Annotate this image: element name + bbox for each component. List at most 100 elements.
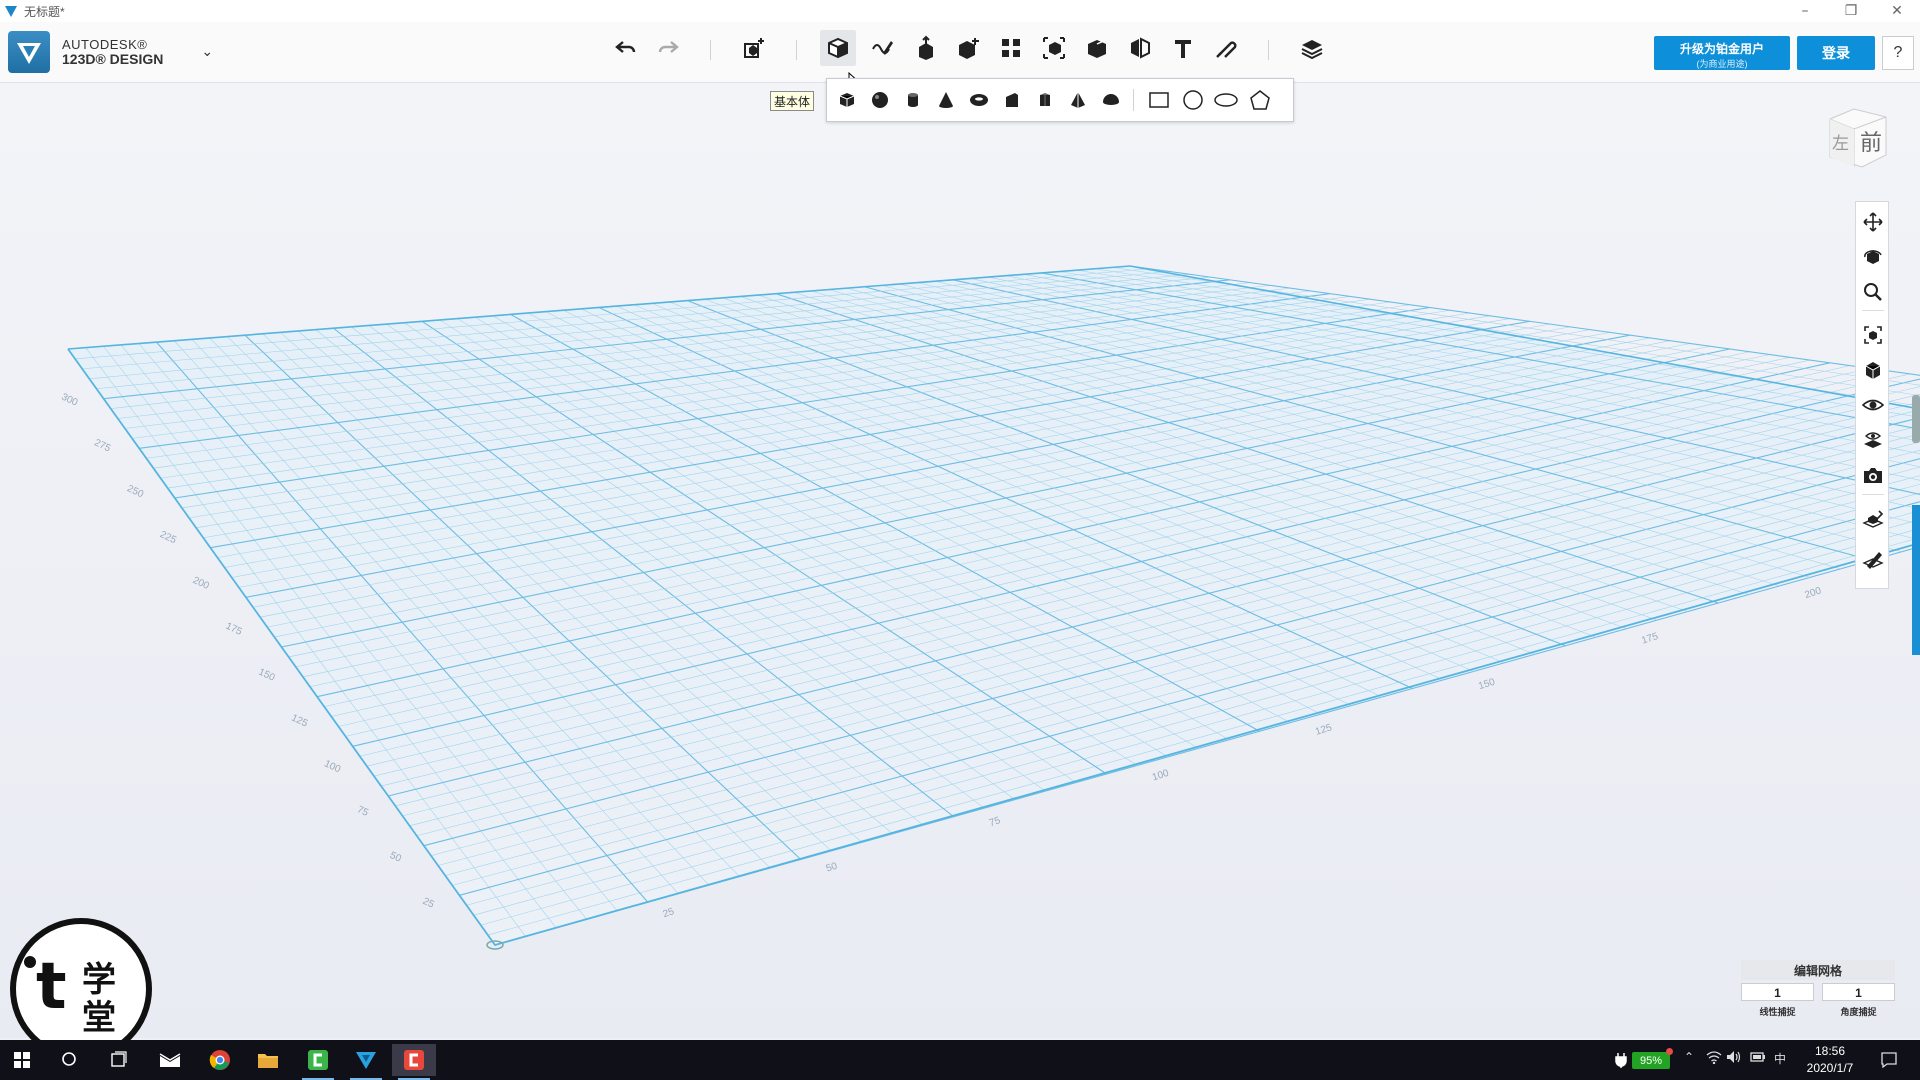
orbit-button[interactable] — [1861, 245, 1885, 269]
login-button[interactable]: 登录 — [1797, 36, 1875, 70]
view-button[interactable] — [1861, 358, 1885, 382]
battery-indicator[interactable]: 95% — [1632, 1052, 1670, 1069]
view-cube-left-face[interactable]: 左 — [1832, 129, 1849, 154]
chrome-app-button[interactable] — [198, 1044, 242, 1076]
ellipse-sketch-button[interactable] — [1214, 88, 1238, 112]
brand-line2: 123D® DESIGN — [62, 51, 164, 67]
view-cube-front-face[interactable]: 前 — [1860, 125, 1882, 157]
fit-button[interactable] — [1861, 323, 1885, 347]
cone-icon — [939, 92, 953, 108]
sketch-icon — [872, 41, 893, 55]
network-icon[interactable] — [1706, 1050, 1722, 1064]
measure-icon — [1131, 37, 1150, 59]
cylinder-primitive-button[interactable] — [901, 88, 925, 112]
file-explorer-button[interactable] — [246, 1044, 290, 1076]
group-button[interactable] — [1036, 30, 1072, 66]
primitives-tooltip: 基本体 — [770, 91, 814, 111]
scroll-handle[interactable] — [1912, 395, 1920, 443]
help-button[interactable]: ? — [1882, 36, 1914, 70]
pencil-icon — [1862, 552, 1884, 569]
notification-dot — [1666, 1048, 1673, 1055]
grid-axis-label: 75 — [988, 815, 1002, 829]
camtasia-green-icon — [308, 1050, 328, 1070]
edit-grid-panel: 编辑网格 1 1 线性捕捉 角度捕捉 — [1741, 960, 1895, 1028]
undo-button[interactable] — [608, 30, 644, 66]
grid-axis-label: 100 — [1151, 768, 1171, 784]
chrome-icon — [209, 1050, 230, 1070]
snap-button[interactable] — [1208, 30, 1244, 66]
box-primitive-button[interactable] — [835, 88, 859, 112]
sphere-primitive-button[interactable] — [868, 88, 892, 112]
material-view-button[interactable] — [1861, 428, 1885, 452]
3d-viewport[interactable]: 25 50 75 100 125 150 175 200 225 250 275 300 25 50 75… — [0, 83, 1920, 1038]
upgrade-button[interactable]: 升级为铂金用户 (为商业用途) — [1654, 36, 1790, 70]
view-cube[interactable]: 左 前 — [1822, 105, 1892, 175]
grid-axis-label: 200 — [191, 575, 211, 592]
grid-snap-button[interactable] — [1861, 508, 1885, 532]
angle-snap-input[interactable]: 1 — [1822, 983, 1895, 1001]
navigation-bar — [1855, 201, 1889, 589]
wedge-primitive-button[interactable] — [1000, 88, 1024, 112]
sketch-button[interactable] — [864, 30, 900, 66]
window-titlebar: 无标题* – ❐ ✕ — [0, 0, 1920, 22]
app-menu[interactable]: AUTODESK® 123D® DESIGN ⌄ — [8, 31, 213, 73]
polygon-sketch-button[interactable] — [1248, 88, 1272, 112]
hemisphere-primitive-button[interactable] — [1099, 88, 1123, 112]
close-button[interactable]: ✕ — [1874, 0, 1920, 22]
linear-snap-input[interactable]: 1 — [1741, 983, 1814, 1001]
snap-icon — [1216, 41, 1237, 58]
primitives-button[interactable] — [820, 30, 856, 66]
123d-design-taskbar-button[interactable] — [344, 1044, 388, 1080]
brand-line1: AUTODESK® — [62, 37, 148, 52]
minimize-button[interactable]: – — [1782, 0, 1828, 22]
torus-primitive-button[interactable] — [967, 88, 991, 112]
camtasia-recorder-button[interactable] — [392, 1044, 436, 1080]
sphere-icon — [872, 92, 888, 108]
combine-button[interactable] — [1079, 30, 1115, 66]
restore-button[interactable]: ❐ — [1828, 0, 1874, 22]
transform-button[interactable] — [736, 30, 772, 66]
redo-button[interactable] — [650, 30, 686, 66]
app-logo-icon — [5, 6, 17, 17]
pyramid-primitive-button[interactable] — [1066, 88, 1090, 112]
visibility-button[interactable] — [1861, 393, 1885, 417]
zoom-button[interactable] — [1861, 280, 1885, 304]
screenshot-button[interactable] — [1861, 463, 1885, 487]
volume-icon[interactable] — [1726, 1050, 1742, 1064]
circle-sketch-button[interactable] — [1181, 88, 1205, 112]
rectangle-sketch-button[interactable] — [1147, 88, 1171, 112]
search-button[interactable] — [48, 1044, 92, 1076]
box-icon — [839, 93, 855, 107]
grid-axis-label: 300 — [60, 392, 80, 409]
battery-tray-icon[interactable] — [1750, 1050, 1766, 1064]
start-button[interactable] — [0, 1044, 44, 1076]
text-button[interactable] — [1165, 30, 1201, 66]
workplane-grid[interactable]: 25 50 75 100 125 150 175 200 225 250 275 300 25 50 75… — [0, 83, 1920, 1038]
materials-button[interactable] — [1294, 30, 1330, 66]
ime-indicator[interactable]: 中 — [1774, 1050, 1786, 1067]
modify-button[interactable] — [950, 30, 986, 66]
action-center-icon[interactable] — [1880, 1051, 1898, 1069]
chevron-down-icon[interactable]: ⌄ — [201, 44, 213, 60]
edit-grid-title[interactable]: 编辑网格 — [1741, 960, 1895, 980]
file-explorer-icon — [258, 1054, 278, 1068]
pan-button[interactable] — [1861, 210, 1885, 234]
camtasia-editor-button[interactable] — [296, 1044, 340, 1080]
cone-primitive-button[interactable] — [934, 88, 958, 112]
pencil-button[interactable] — [1861, 548, 1885, 572]
materials-icon — [1301, 40, 1323, 60]
task-view-button[interactable] — [96, 1044, 140, 1076]
side-panel-tab[interactable] — [1912, 505, 1920, 655]
grid-axis-label: 175 — [1640, 631, 1660, 647]
construct-button[interactable] — [908, 30, 944, 66]
grid-axis-label: 75 — [355, 804, 370, 819]
pattern-button[interactable] — [993, 30, 1029, 66]
mail-app-button[interactable] — [148, 1044, 192, 1076]
zoom-icon — [1864, 283, 1882, 301]
measure-button[interactable] — [1122, 30, 1158, 66]
prism-primitive-button[interactable] — [1033, 88, 1057, 112]
tray-overflow-icon[interactable]: ⌃ — [1684, 1050, 1694, 1064]
linear-snap-label: 线性捕捉 — [1759, 1007, 1796, 1017]
taskbar: 95% ⌃ 中 18:56 2020/1/7 — [0, 1040, 1920, 1080]
system-clock[interactable]: 18:56 2020/1/7 — [1790, 1043, 1870, 1077]
